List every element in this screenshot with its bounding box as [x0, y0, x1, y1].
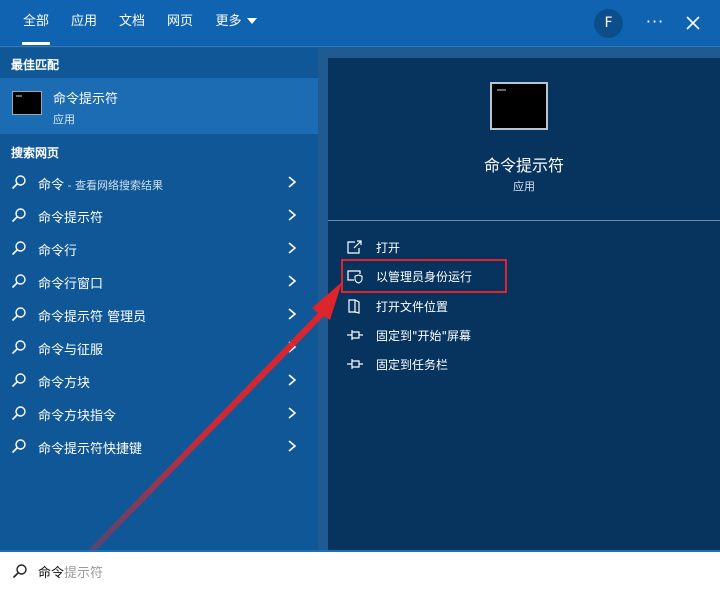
- avatar-letter: F: [604, 15, 613, 31]
- action-pin-to-start-label: 固定到"开始"屏幕: [376, 329, 472, 343]
- chevron-right-icon: [288, 275, 297, 287]
- web-result-label: 命令提示符 管理员: [38, 310, 147, 325]
- web-result-item[interactable]: 命令行: [0, 232, 318, 265]
- command-prompt-icon: [12, 91, 42, 115]
- web-result-label: 命令 - 查看网络搜索结果: [38, 178, 163, 193]
- web-result-item[interactable]: 命令 - 查看网络搜索结果: [0, 166, 318, 199]
- chevron-down-icon: [246, 18, 257, 24]
- tab-apps[interactable]: 应用: [62, 0, 106, 47]
- close-icon: [686, 16, 700, 30]
- search-icon: [11, 406, 26, 421]
- chevron-right-icon: [288, 209, 297, 221]
- chevron-right-icon: [288, 176, 297, 188]
- search-bar[interactable]: 命令提示符: [0, 550, 720, 590]
- preview-app-type: 应用: [513, 180, 535, 193]
- search-icon: [11, 241, 26, 256]
- web-result-item[interactable]: 命令提示符 管理员: [0, 298, 318, 331]
- web-result-label: 命令提示符快捷键: [38, 442, 143, 457]
- ellipsis-icon: ···: [645, 12, 665, 31]
- web-result-label: 命令提示符: [38, 211, 104, 226]
- search-icon: [12, 564, 27, 579]
- search-suggestion-text: 提示符: [64, 566, 104, 581]
- tab-apps-label: 应用: [70, 14, 97, 29]
- search-icon: [11, 439, 26, 454]
- action-pin-to-taskbar-label: 固定到任务栏: [376, 358, 449, 372]
- web-result-item[interactable]: 命令提示符: [0, 199, 318, 232]
- web-result-item[interactable]: 命令方块指令: [0, 397, 318, 430]
- best-match-type: 应用: [53, 113, 75, 126]
- web-result-item[interactable]: 命令提示符快捷键: [0, 430, 318, 463]
- search-window: 全部 应用 文档 网页 更多 F ··· 最佳匹配 命令提示符 应用 搜索网页 …: [0, 0, 720, 590]
- web-result-label: 命令行窗口: [38, 277, 104, 292]
- action-pin-to-start[interactable]: 固定到"开始"屏幕: [346, 324, 546, 348]
- open-icon: [347, 240, 362, 254]
- search-icon: [11, 175, 26, 190]
- web-result-label: 命令方块指令: [38, 409, 117, 424]
- chevron-right-icon: [288, 440, 297, 452]
- tab-documents-label: 文档: [118, 14, 145, 29]
- search-input[interactable]: 命令提示符: [38, 562, 103, 581]
- results-panel: 最佳匹配 命令提示符 应用 搜索网页 命令 - 查看网络搜索结果 命令提示符 命…: [0, 48, 318, 550]
- web-result-label: 命令方块: [38, 376, 91, 391]
- action-pin-to-taskbar[interactable]: 固定到任务栏: [346, 353, 546, 377]
- web-result-label: 命令行: [38, 244, 78, 259]
- tab-web[interactable]: 网页: [158, 0, 202, 47]
- search-icon: [11, 274, 26, 289]
- more-options-button[interactable]: ···: [642, 8, 668, 38]
- close-button[interactable]: [680, 8, 706, 38]
- avatar[interactable]: F: [594, 9, 623, 38]
- chevron-right-icon: [288, 407, 297, 419]
- tab-documents[interactable]: 文档: [110, 0, 154, 47]
- best-match-heading: 最佳匹配: [11, 58, 60, 72]
- tab-more[interactable]: 更多: [208, 0, 264, 47]
- best-match-item[interactable]: [0, 78, 318, 134]
- web-result-item[interactable]: 命令与征服: [0, 331, 318, 364]
- search-icon: [11, 373, 26, 388]
- web-result-item[interactable]: 命令方块: [0, 364, 318, 397]
- action-open-file-location-label: 打开文件位置: [376, 300, 449, 314]
- web-result-item[interactable]: 命令行窗口: [0, 265, 318, 298]
- best-match-name: 命令提示符: [53, 92, 119, 107]
- top-bar: 全部 应用 文档 网页 更多 F ···: [0, 0, 720, 47]
- action-open-file-location[interactable]: 打开文件位置: [346, 295, 546, 319]
- folder-icon: [348, 299, 360, 314]
- web-result-label: 命令与征服: [38, 343, 104, 358]
- search-icon: [11, 307, 26, 322]
- tab-all-label: 全部: [22, 14, 49, 29]
- action-open-label: 打开: [376, 241, 401, 255]
- tab-all[interactable]: 全部: [14, 0, 58, 47]
- chevron-right-icon: [288, 374, 297, 386]
- divider: [328, 220, 720, 221]
- tab-more-label: 更多: [215, 14, 242, 29]
- highlight-box: [341, 259, 507, 293]
- pin-icon: [347, 330, 363, 340]
- tab-web-label: 网页: [166, 14, 193, 29]
- preview-app-name: 命令提示符: [483, 156, 564, 175]
- search-icon: [11, 208, 26, 223]
- search-icon: [11, 340, 26, 355]
- action-open[interactable]: 打开: [346, 236, 546, 260]
- preview-panel: 命令提示符 应用 打开 以管理员身份运行 打开文件位置 固定到"开始"屏幕 固定…: [328, 58, 720, 550]
- command-prompt-large-icon: [490, 82, 548, 130]
- pin-icon: [347, 359, 363, 369]
- chevron-right-icon: [288, 308, 297, 320]
- search-typed-text: 命令: [38, 566, 65, 581]
- web-search-heading: 搜索网页: [11, 146, 60, 160]
- chevron-right-icon: [288, 242, 297, 254]
- chevron-right-icon: [288, 341, 297, 353]
